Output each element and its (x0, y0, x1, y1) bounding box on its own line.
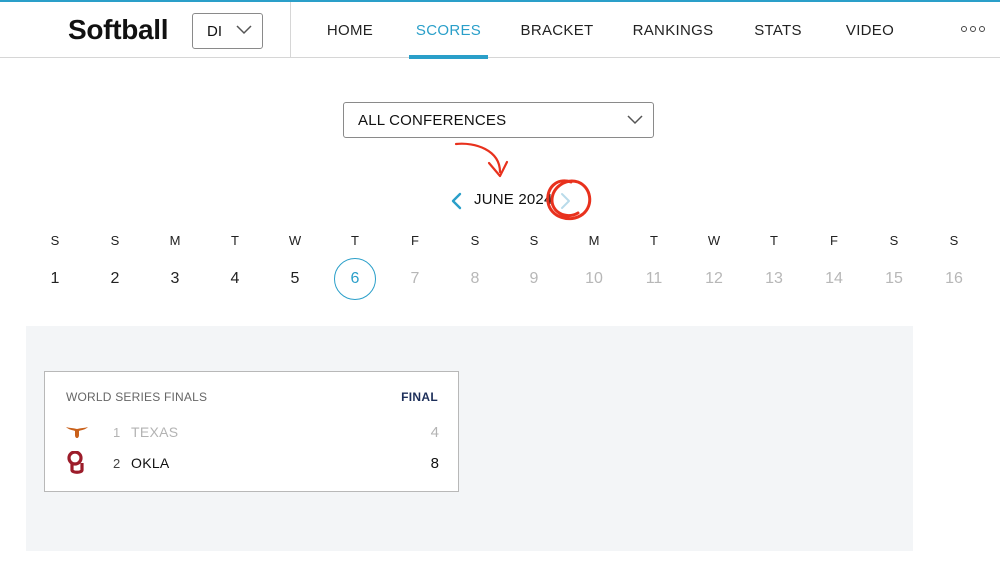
nav-rankings[interactable]: RANKINGS (630, 2, 716, 58)
annotation-arrowhead-icon (487, 160, 509, 178)
team-seed: 2 (113, 455, 121, 471)
nav-home[interactable]: HOME (320, 2, 380, 58)
conference-select[interactable]: ALL CONFERENCES (343, 102, 654, 138)
weekday-label: T (650, 233, 658, 248)
team-name: OKLA (131, 455, 170, 471)
weekday-label: S (110, 233, 120, 248)
calendar-day-disabled: 14 (825, 270, 843, 287)
team-score: 8 (430, 454, 439, 472)
more-dot (970, 26, 976, 32)
team-row-away: 1 TEXAS 4 (65, 420, 439, 444)
calendar-day-disabled: 13 (765, 270, 783, 287)
longhorn-logo-icon (65, 420, 89, 444)
game-round-label: WORLD SERIES FINALS (66, 390, 208, 404)
chevron-down-icon (236, 25, 252, 35)
header-divider (290, 2, 291, 58)
team-score: 4 (430, 423, 439, 441)
oklahoma-ou-logo-icon (65, 451, 89, 475)
brand-title[interactable]: Softball (68, 14, 169, 46)
top-header: Softball DI HOME SCORES BRACKET RANKINGS… (0, 0, 1000, 59)
nav-stats[interactable]: STATS (750, 2, 806, 58)
weekday-label: F (830, 233, 838, 248)
calendar-day-disabled: 9 (529, 270, 539, 287)
nav-bracket[interactable]: BRACKET (518, 2, 596, 58)
division-select[interactable]: DI (192, 13, 263, 49)
weekday-label: S (529, 233, 539, 248)
calendar-day[interactable]: 2 (94, 258, 136, 300)
calendar-day-disabled: 10 (585, 270, 603, 287)
division-select-value: DI (207, 22, 222, 40)
nav-video[interactable]: VIDEO (841, 2, 899, 58)
game-status-badge: FINAL (401, 390, 438, 404)
weekday-label: M (169, 233, 181, 248)
team-seed: 1 (113, 424, 121, 440)
calendar-day-disabled: 15 (885, 270, 903, 287)
weekday-label: T (351, 233, 359, 248)
calendar-day-disabled: 12 (705, 270, 723, 287)
weekday-label: T (231, 233, 239, 248)
weekday-label: S (889, 233, 899, 248)
more-menu-icon[interactable] (961, 26, 985, 32)
next-month-button[interactable] (556, 190, 574, 212)
weekday-label: S (949, 233, 959, 248)
calendar-day-disabled: 7 (410, 270, 420, 287)
weekday-label: M (588, 233, 600, 248)
chevron-down-icon (627, 115, 643, 125)
nav-scores[interactable]: SCORES (409, 2, 488, 59)
weekday-label: T (770, 233, 778, 248)
weekday-label: S (50, 233, 60, 248)
calendar-day[interactable]: 1 (34, 258, 76, 300)
calendar-day-disabled: 11 (645, 270, 663, 287)
more-dot (979, 26, 985, 32)
calendar-day[interactable]: 5 (274, 258, 316, 300)
weekday-label: W (707, 233, 721, 248)
team-row-home: 2 OKLA 8 (65, 451, 439, 475)
weekday-label: S (470, 233, 480, 248)
weekday-label: F (411, 233, 419, 248)
month-label: JUNE 2024 (474, 191, 553, 208)
annotation-arrow-icon (454, 142, 502, 174)
calendar-day-selected[interactable]: 6 (334, 258, 376, 300)
calendar-day-disabled: 8 (470, 270, 480, 287)
calendar-day[interactable]: 3 (154, 258, 196, 300)
conference-select-value: ALL CONFERENCES (358, 111, 507, 129)
game-card[interactable]: WORLD SERIES FINALS FINAL 1 TEXAS 4 2 OK… (44, 371, 459, 492)
team-name: TEXAS (131, 424, 179, 440)
weekday-label: W (288, 233, 302, 248)
calendar-day-disabled: 16 (945, 270, 963, 287)
more-dot (961, 26, 967, 32)
calendar-day[interactable]: 4 (214, 258, 256, 300)
previous-month-button[interactable] (448, 190, 466, 212)
